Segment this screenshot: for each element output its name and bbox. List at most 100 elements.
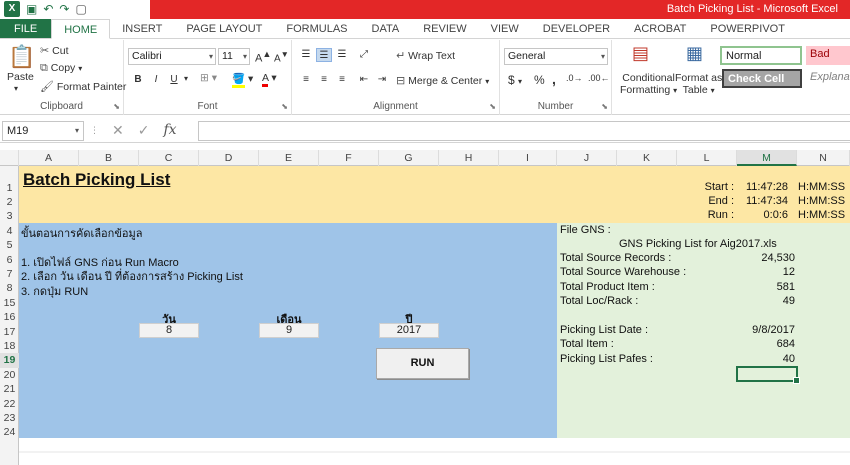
row-header[interactable]: 24 bbox=[0, 425, 19, 439]
row-header[interactable]: 6 bbox=[0, 253, 19, 267]
align-center-icon[interactable]: ≡ bbox=[316, 73, 332, 87]
style-normal[interactable]: Normal bbox=[720, 46, 802, 65]
insert-function-icon[interactable]: fx bbox=[163, 122, 176, 139]
row-header[interactable]: 15 bbox=[0, 296, 19, 310]
total-item-value[interactable]: 684 bbox=[740, 338, 795, 350]
style-check-cell[interactable]: Check Cell bbox=[722, 69, 802, 88]
font-color-icon[interactable]: A ▾ bbox=[262, 72, 277, 87]
run-button[interactable]: RUN bbox=[376, 348, 469, 379]
font-name-combo[interactable]: Calibri ▾ bbox=[128, 48, 216, 65]
paste-dropdown-icon[interactable]: ▾ bbox=[14, 84, 18, 93]
orientation-icon[interactable]: ⤢ bbox=[356, 48, 372, 62]
column-header-c[interactable]: C bbox=[139, 150, 199, 166]
bold-button[interactable]: B bbox=[130, 73, 146, 87]
row-header[interactable]: 4 bbox=[0, 224, 19, 238]
alignment-launcher-icon[interactable]: ⬊ bbox=[489, 102, 496, 111]
format-as-table-icon[interactable]: ▦ bbox=[686, 43, 703, 64]
increase-decimal-icon[interactable]: .0→ bbox=[566, 73, 583, 83]
total-source-warehouse-value[interactable]: 12 bbox=[740, 266, 795, 278]
tab-file[interactable]: FILE bbox=[0, 19, 52, 38]
total-product-item-value[interactable]: 581 bbox=[740, 281, 795, 293]
tab-powerpivot[interactable]: POWERPIVOT bbox=[698, 19, 797, 38]
number-launcher-icon[interactable]: ⬊ bbox=[601, 102, 608, 111]
column-header-f[interactable]: F bbox=[319, 150, 379, 166]
row-header[interactable]: 20 bbox=[0, 368, 19, 382]
align-left-icon[interactable]: ≡ bbox=[298, 73, 314, 87]
column-header-i[interactable]: I bbox=[499, 150, 557, 166]
font-size-combo[interactable]: 11 ▾ bbox=[218, 48, 250, 65]
italic-button[interactable]: I bbox=[148, 73, 164, 87]
style-explanatory[interactable]: Explanat bbox=[806, 69, 850, 88]
row-header[interactable]: 23 bbox=[0, 411, 19, 425]
column-header-j[interactable]: J bbox=[557, 150, 617, 166]
underline-dropdown-icon[interactable]: ▾ bbox=[184, 74, 188, 83]
row-header[interactable]: 2 bbox=[0, 195, 19, 209]
underline-button[interactable]: U bbox=[166, 73, 182, 87]
conditional-formatting-icon[interactable]: ▤ bbox=[632, 43, 649, 64]
tab-developer[interactable]: DEVELOPER bbox=[531, 19, 622, 38]
total-source-records-value[interactable]: 24,530 bbox=[740, 252, 795, 264]
font-launcher-icon[interactable]: ⬊ bbox=[281, 102, 288, 111]
run-value[interactable]: 0:0:6 bbox=[740, 209, 788, 221]
column-header-h[interactable]: H bbox=[439, 150, 499, 166]
formula-input[interactable] bbox=[198, 121, 850, 141]
picking-list-date-value[interactable]: 9/8/2017 bbox=[740, 324, 795, 336]
tab-page-layout[interactable]: PAGE LAYOUT bbox=[174, 19, 274, 38]
currency-button[interactable]: $ ▾ bbox=[508, 73, 522, 87]
merge-center-button[interactable]: ⊟ Merge & Center ▾ bbox=[396, 74, 489, 87]
format-painter-button[interactable]: 🖌 Format Painter bbox=[40, 80, 126, 93]
day-input[interactable]: 8 bbox=[139, 323, 199, 338]
paste-icon[interactable]: 📋 bbox=[8, 44, 35, 70]
tab-data[interactable]: DATA bbox=[360, 19, 412, 38]
start-value[interactable]: 11:47:28 bbox=[740, 181, 788, 193]
name-box[interactable]: M19 ▾ bbox=[2, 121, 84, 141]
cut-button[interactable]: ✂ Cut bbox=[40, 44, 68, 57]
comma-button[interactable]: , bbox=[552, 71, 556, 87]
column-header-d[interactable]: D bbox=[199, 150, 259, 166]
row-header-selected[interactable]: 19 bbox=[0, 353, 19, 368]
undo-icon[interactable]: ↶ bbox=[43, 2, 53, 16]
row-header[interactable]: 5 bbox=[0, 238, 19, 252]
shrink-font-icon[interactable]: A▼ bbox=[274, 49, 289, 64]
column-header-n[interactable]: N bbox=[797, 150, 850, 166]
copy-button[interactable]: ⧉ Copy ▾ bbox=[40, 62, 82, 75]
total-loc-rack-value[interactable]: 49 bbox=[740, 295, 795, 307]
select-all-corner[interactable] bbox=[0, 150, 19, 166]
number-format-combo[interactable]: General ▾ bbox=[504, 48, 608, 65]
column-header-a[interactable]: A bbox=[19, 150, 79, 166]
style-bad[interactable]: Bad bbox=[806, 46, 850, 65]
column-header-m[interactable]: M bbox=[737, 150, 797, 166]
format-as-table-button[interactable]: Format as Table ▾ bbox=[675, 72, 722, 97]
conditional-formatting-button[interactable]: Conditional Formatting ▾ bbox=[620, 72, 677, 97]
tab-home[interactable]: HOME bbox=[51, 19, 111, 39]
active-cell-m19[interactable] bbox=[736, 366, 800, 384]
align-right-icon[interactable]: ≡ bbox=[334, 73, 350, 87]
borders-icon[interactable]: ⊞ ▾ bbox=[200, 72, 217, 84]
row-header[interactable]: 1 bbox=[0, 181, 19, 195]
column-header-e[interactable]: E bbox=[259, 150, 319, 166]
clipboard-launcher-icon[interactable]: ⬊ bbox=[113, 102, 120, 111]
row-header[interactable]: 21 bbox=[0, 382, 19, 396]
new-file-icon[interactable]: ▢ bbox=[75, 2, 86, 16]
year-input[interactable]: 2017 bbox=[379, 323, 439, 338]
enter-check-icon[interactable]: ✓ bbox=[138, 122, 150, 139]
grow-font-icon[interactable]: A▲ bbox=[255, 49, 271, 65]
tab-formulas[interactable]: FORMULAS bbox=[274, 19, 359, 38]
align-bottom-icon[interactable]: ☰ bbox=[334, 48, 350, 62]
row-header[interactable]: 3 bbox=[0, 209, 19, 223]
tab-view[interactable]: VIEW bbox=[479, 19, 531, 38]
month-input[interactable]: 9 bbox=[259, 323, 319, 338]
picking-list-pages-value[interactable]: 40 bbox=[740, 353, 795, 365]
end-value[interactable]: 11:47:34 bbox=[740, 195, 788, 207]
decrease-indent-icon[interactable]: ⇤ bbox=[356, 73, 372, 87]
row-header[interactable]: 22 bbox=[0, 397, 19, 411]
fill-color-icon[interactable]: 🪣 ▾ bbox=[232, 72, 253, 88]
row-header[interactable]: 8 bbox=[0, 281, 19, 295]
wrap-text-button[interactable]: ↵ Wrap Text bbox=[396, 49, 455, 62]
column-header-l[interactable]: L bbox=[677, 150, 737, 166]
row-header[interactable]: 18 bbox=[0, 339, 19, 353]
tab-review[interactable]: REVIEW bbox=[411, 19, 478, 38]
row-header[interactable]: 17 bbox=[0, 325, 19, 339]
align-middle-icon[interactable]: ☰ bbox=[316, 48, 332, 62]
percent-button[interactable]: % bbox=[534, 73, 545, 87]
